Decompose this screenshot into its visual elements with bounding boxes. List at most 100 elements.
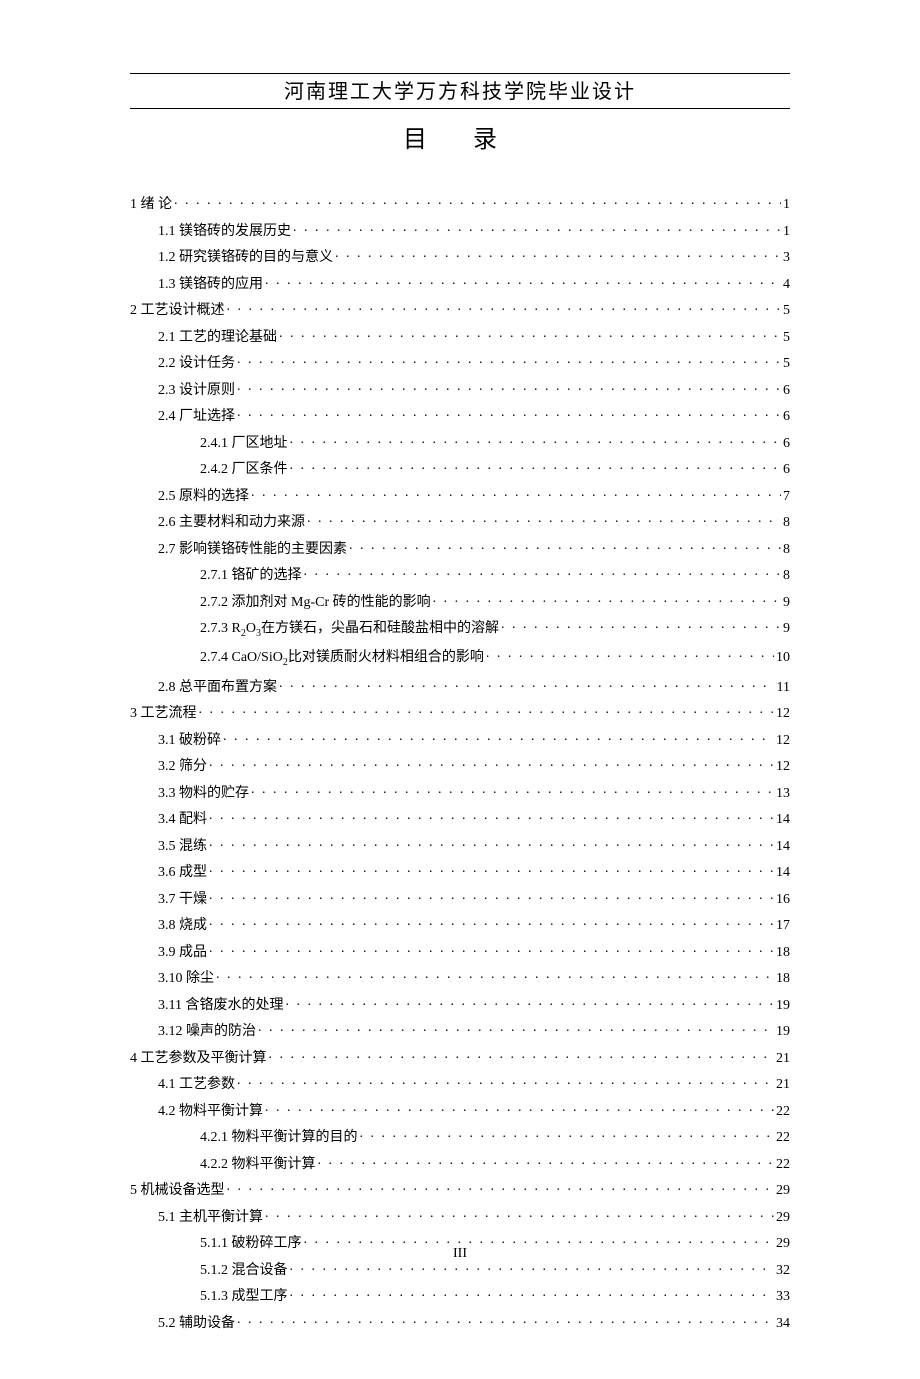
toc-entry: 2.1 工艺的理论基础5 bbox=[130, 327, 790, 345]
toc-leader-dots bbox=[207, 915, 774, 929]
toc-label: 3.3 物料的贮存 bbox=[158, 787, 249, 801]
toc-label: 3.8 烧成 bbox=[158, 919, 207, 933]
toc-page-number: 14 bbox=[774, 840, 790, 854]
toc-page-number: 18 bbox=[774, 946, 790, 960]
toc-leader-dots bbox=[235, 353, 781, 367]
toc-entry: 3.5 混练 14 bbox=[130, 836, 790, 854]
toc-leader-dots bbox=[263, 1207, 774, 1221]
toc-leader-dots bbox=[263, 1101, 774, 1115]
toc-page-number: 8 bbox=[781, 569, 790, 583]
toc-page-number: 8 bbox=[781, 516, 790, 530]
toc-leader-dots bbox=[235, 406, 781, 420]
page-number: III bbox=[0, 1246, 920, 1262]
toc-entry: 2.4 厂址选择6 bbox=[130, 406, 790, 424]
toc-leader-dots bbox=[333, 247, 781, 261]
toc-label: 2 工艺设计概述 bbox=[130, 304, 225, 318]
toc-label: 1.3 镁铬砖的应用 bbox=[158, 278, 263, 292]
toc-leader-dots bbox=[302, 565, 782, 579]
toc-entry: 2.5 原料的选择7 bbox=[130, 486, 790, 504]
toc-page-number: 8 bbox=[781, 543, 790, 557]
toc-leader-dots bbox=[316, 1154, 775, 1168]
toc-entry: 4 工艺参数及平衡计算21 bbox=[130, 1048, 790, 1066]
toc-page-number: 3 bbox=[781, 251, 790, 265]
toc-label: 4.2 物料平衡计算 bbox=[158, 1105, 263, 1119]
toc-entry: 3.3 物料的贮存 13 bbox=[130, 783, 790, 801]
toc-leader-dots bbox=[207, 942, 774, 956]
toc-entry: 2.4.2 厂区条件6 bbox=[130, 459, 790, 477]
toc-label: 2.8 总平面布置方案 bbox=[158, 681, 277, 695]
toc-label: 2.7.1 铬矿的选择 bbox=[200, 569, 302, 583]
toc-title: 目 录 bbox=[130, 119, 790, 154]
toc-leader-dots bbox=[225, 300, 782, 314]
toc-label: 2.7.2 添加剂对 Mg-Cr 砖的性能的影响 bbox=[200, 596, 431, 610]
toc-entry: 3.1 破粉碎12 bbox=[130, 730, 790, 748]
document-page: 河南理工大学万方科技学院毕业设计 目 录 1 绪 论11.1 镁铬砖的发展历史1… bbox=[0, 0, 920, 1379]
toc-page-number: 16 bbox=[774, 893, 790, 907]
toc-label: 4.1 工艺参数 bbox=[158, 1078, 235, 1092]
toc-entry: 2.7.1 铬矿的选择 8 bbox=[130, 565, 790, 583]
toc-label: 4.2.2 物料平衡计算 bbox=[200, 1158, 316, 1172]
toc-label: 2.6 主要材料和动力来源 bbox=[158, 516, 305, 530]
toc-entry: 1.1 镁铬砖的发展历史1 bbox=[130, 221, 790, 239]
toc-leader-dots bbox=[221, 730, 774, 744]
toc-leader-dots bbox=[263, 274, 781, 288]
toc-page-number: 7 bbox=[781, 490, 790, 504]
toc-page-number: 14 bbox=[774, 866, 790, 880]
toc-page-number: 11 bbox=[775, 681, 790, 695]
toc-leader-dots bbox=[207, 836, 774, 850]
toc-leader-dots bbox=[172, 194, 781, 208]
toc-page-number: 34 bbox=[774, 1317, 790, 1331]
toc-label: 2.4.1 厂区地址 bbox=[200, 437, 288, 451]
toc-label: 2.4.2 厂区条件 bbox=[200, 463, 288, 477]
toc-label: 2.7.3 R2O3在方镁石，尖晶石和硅酸盐相中的溶解 bbox=[200, 622, 499, 639]
toc-label: 3.9 成品 bbox=[158, 946, 207, 960]
toc-leader-dots bbox=[235, 380, 781, 394]
toc-label: 3.5 混练 bbox=[158, 840, 207, 854]
toc-label: 5.1 主机平衡计算 bbox=[158, 1211, 263, 1225]
toc-page-number: 14 bbox=[774, 813, 790, 827]
toc-leader-dots bbox=[288, 433, 782, 447]
toc-page-number: 19 bbox=[774, 999, 790, 1013]
toc-entry: 3.4 配料 14 bbox=[130, 809, 790, 827]
toc-entry: 2.7.3 R2O3在方镁石，尖晶石和硅酸盐相中的溶解 9 bbox=[130, 618, 790, 639]
toc-label: 3.12 噪声的防治 bbox=[158, 1025, 256, 1039]
toc-leader-dots bbox=[484, 647, 774, 661]
toc-label: 5 机械设备选型 bbox=[130, 1184, 225, 1198]
toc-label: 2.7 影响镁铬砖性能的主要因素 bbox=[158, 543, 347, 557]
toc-page-number: 6 bbox=[781, 410, 790, 424]
toc-label: 4.2.1 物料平衡计算的目的 bbox=[200, 1131, 358, 1145]
toc-leader-dots bbox=[235, 1074, 774, 1088]
toc-entry: 1.3 镁铬砖的应用4 bbox=[130, 274, 790, 292]
toc-entry: 1 绪 论1 bbox=[130, 194, 790, 212]
toc-page-number: 9 bbox=[781, 596, 790, 610]
toc-leader-dots bbox=[499, 618, 781, 632]
toc-page-number: 29 bbox=[774, 1184, 790, 1198]
toc-leader-dots bbox=[207, 756, 774, 770]
toc-entry: 2.3 设计原则6 bbox=[130, 380, 790, 398]
toc-label: 3.4 配料 bbox=[158, 813, 207, 827]
toc-entry: 2.6 主要材料和动力来源 8 bbox=[130, 512, 790, 530]
toc-label: 1.2 研究镁铬砖的目的与意义 bbox=[158, 251, 333, 265]
toc-entry: 5 机械设备选型 29 bbox=[130, 1180, 790, 1198]
toc-page-number: 5 bbox=[781, 357, 790, 371]
toc-leader-dots bbox=[249, 486, 781, 500]
toc-entry: 3.11 含铬废水的处理19 bbox=[130, 995, 790, 1013]
toc-label: 4 工艺参数及平衡计算 bbox=[130, 1052, 267, 1066]
toc-leader-dots bbox=[207, 889, 774, 903]
toc-leader-dots bbox=[431, 592, 781, 606]
toc-entry: 3.2 筛分12 bbox=[130, 756, 790, 774]
toc-page-number: 13 bbox=[774, 787, 790, 801]
toc-page-number: 5 bbox=[781, 331, 790, 345]
toc-leader-dots bbox=[283, 995, 774, 1009]
toc-page-number: 9 bbox=[781, 622, 790, 636]
toc-leader-dots bbox=[347, 539, 781, 553]
toc-label: 5.1.2 混合设备 bbox=[200, 1264, 288, 1278]
toc-entry: 3.12 噪声的防治19 bbox=[130, 1021, 790, 1039]
toc-leader-dots bbox=[288, 1286, 775, 1300]
toc-page-number: 5 bbox=[781, 304, 790, 318]
toc-entry: 2.8 总平面布置方案 11 bbox=[130, 677, 790, 695]
page-header-rule-top bbox=[130, 70, 790, 74]
toc-label: 2.2 设计任务 bbox=[158, 357, 235, 371]
toc-page-number: 18 bbox=[774, 972, 790, 986]
toc-leader-dots bbox=[207, 809, 774, 823]
